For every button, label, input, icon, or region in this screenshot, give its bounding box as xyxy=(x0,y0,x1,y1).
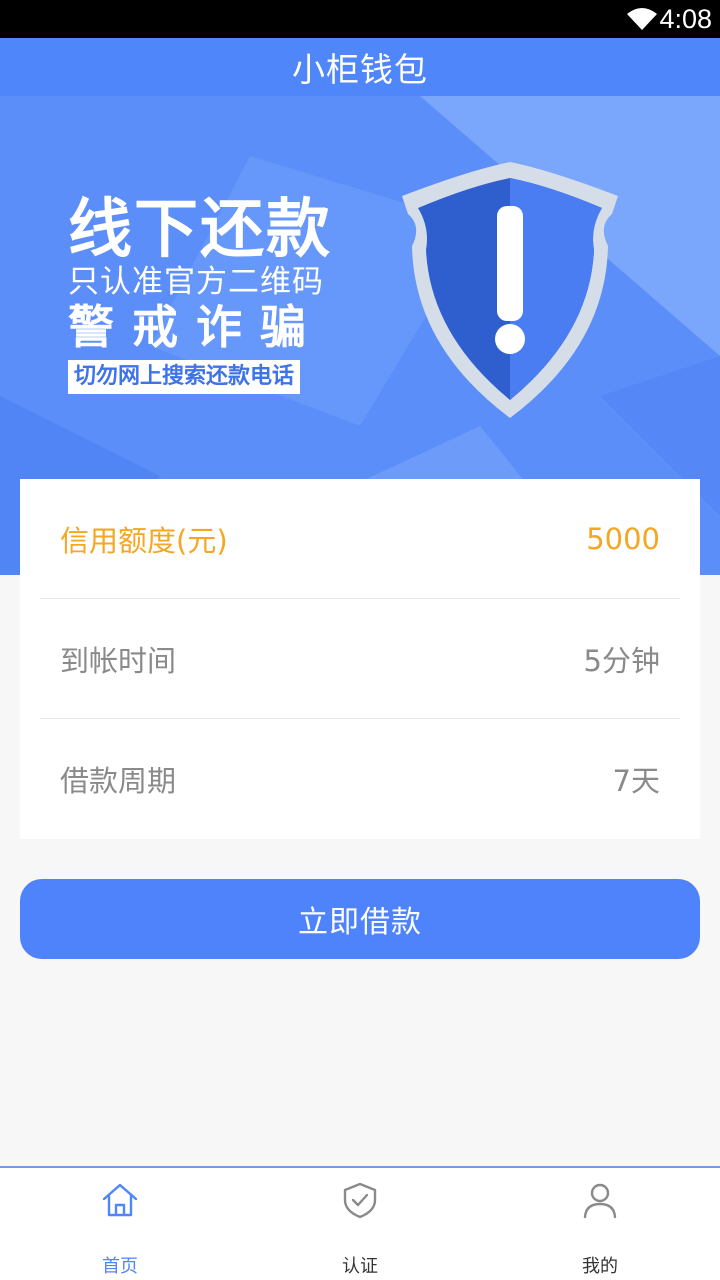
shield-exclamation-icon xyxy=(402,162,618,418)
loan-period-label: 借款周期 xyxy=(60,764,177,798)
app-title: 小柜钱包 xyxy=(292,50,428,89)
banner-subheadline: 只认准官方二维码 xyxy=(68,264,324,300)
loan-period-row: 借款周期 7天 xyxy=(40,719,680,839)
tab-verify-label: 认证 xyxy=(342,1256,378,1277)
banner-tag: 切勿网上搜索还款电话 xyxy=(68,360,301,394)
app-header: 小柜钱包 xyxy=(0,38,720,96)
arrival-time-value: 5分钟 xyxy=(583,643,660,678)
credit-limit-row: 信用额度(元) 5000 xyxy=(40,479,680,599)
credit-limit-label: 信用额度(元) xyxy=(60,523,228,558)
borrow-now-button[interactable]: 立即借款 xyxy=(20,879,700,959)
banner-text: 线下还款 只认准官方二维码 警戒诈骗 切勿网上搜索还款电话 xyxy=(68,196,332,394)
bottom-tab-bar: 首页 认证 我的 xyxy=(0,1166,720,1280)
credit-limit-value: 5000 xyxy=(586,521,660,556)
shield-check-icon xyxy=(343,1182,377,1219)
banner-headline: 线下还款 xyxy=(68,193,332,267)
home-icon xyxy=(102,1183,138,1217)
arrival-time-row: 到帐时间 5分钟 xyxy=(40,599,680,719)
loan-period-value: 7天 xyxy=(612,764,660,798)
tab-home-label: 首页 xyxy=(102,1256,138,1277)
arrival-time-label: 到帐时间 xyxy=(60,643,177,678)
tab-mine[interactable]: 我的 xyxy=(480,1168,720,1280)
tab-verify[interactable]: 认证 xyxy=(240,1168,480,1280)
wifi-icon xyxy=(627,8,657,30)
status-bar: 4:08 xyxy=(0,0,720,38)
tab-home[interactable]: 首页 xyxy=(0,1168,240,1280)
status-time: 4:08 xyxy=(659,4,712,34)
loan-info-card: 信用额度(元) 5000 到帐时间 5分钟 借款周期 7天 xyxy=(20,479,700,839)
banner-warning: 警戒诈骗 xyxy=(68,300,324,354)
tab-mine-label: 我的 xyxy=(582,1256,618,1277)
user-icon xyxy=(583,1183,617,1219)
